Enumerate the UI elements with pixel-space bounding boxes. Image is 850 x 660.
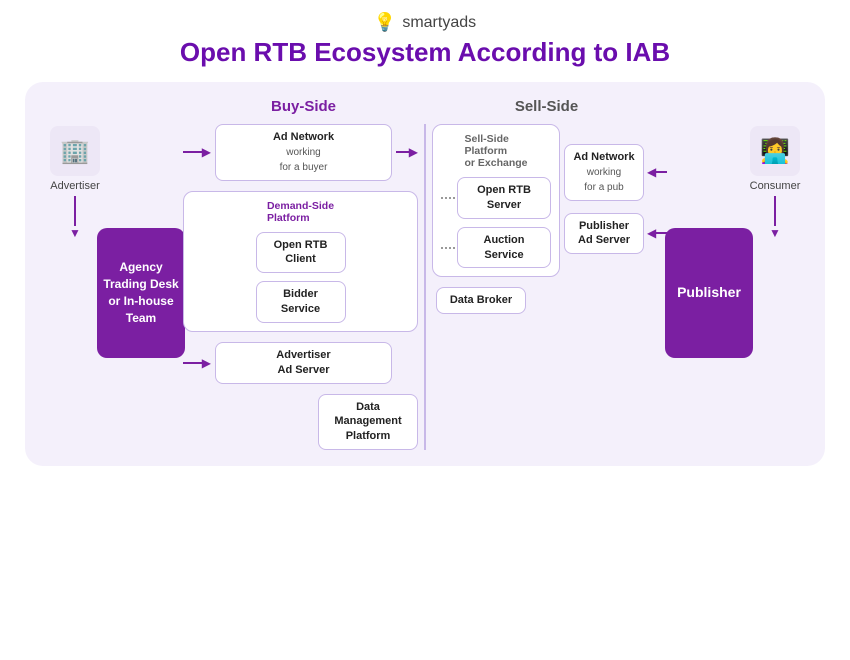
vertical-divider [424, 124, 426, 450]
consumer-icon: 👩‍💻 [750, 126, 800, 176]
bidder-service-node: Bidder Service [256, 281, 346, 323]
dot-line-left2 [441, 247, 455, 249]
ad-network-buyer-node: Ad Network workingfor a buyer [215, 124, 392, 181]
dot-line-left [441, 197, 455, 199]
publisher-box: Publisher [665, 228, 753, 358]
sell-adnet-wrapper: Ad Network workingfor a pub ◀ [564, 144, 667, 201]
auction-dotted-row: Auction Service [441, 227, 551, 269]
auction-service-node: Auction Service [457, 227, 551, 269]
adv-arrow-down [74, 196, 76, 226]
buy-side-area: ▶ Ad Network workingfor a buyer ▶ [183, 124, 418, 450]
logo-icon: 💡 [374, 12, 396, 33]
logo: 💡 smartyads [374, 12, 476, 33]
consumer-col: 👩‍💻 Consumer ▼ [745, 98, 805, 240]
buy-side-label: Buy-Side [183, 98, 424, 116]
advertiser-ad-server-node: AdvertiserAd Server [215, 342, 392, 384]
page-title: Open RTB Ecosystem According to IAB [180, 37, 670, 68]
advertiser-col: 🏢 Advertiser ▼ [45, 98, 105, 240]
agency-text: AgencyTrading Deskor In-houseTeam [103, 259, 178, 326]
consumer-arrow-down [774, 196, 776, 226]
buy-ad-network-row: ▶ Ad Network workingfor a buyer ▶ [183, 124, 418, 181]
advertiser-label: Advertiser [50, 180, 100, 192]
arrow-from-pub2: ◀ [647, 226, 667, 240]
data-management-platform-node: DataManagementPlatform [318, 394, 418, 451]
ssp-adnet-row: Sell-SidePlatformor Exchange Open RTB Se… [432, 124, 667, 277]
diagram: 🏢 Advertiser ▼ AgencyTrading Deskor In-h… [25, 82, 825, 466]
arrow-from-pub: ◀ [647, 165, 667, 179]
data-broker-row: Data Broker [432, 287, 667, 314]
dmp-row: DataManagementPlatform [183, 394, 418, 451]
ad-network-pub-node: Ad Network workingfor a pub [564, 144, 644, 201]
arrow-to-dsp: ▶ [396, 145, 418, 159]
sell-side-label: Sell-Side [426, 98, 667, 116]
publisher-wrapper: Publisher [667, 98, 745, 358]
arrow-to-adnet: ▶ [183, 145, 211, 159]
sell-right-nodes: Ad Network workingfor a pub ◀ Publ [564, 124, 667, 254]
pub-adserver-wrapper: Publisher Ad Server ◀ [564, 213, 667, 255]
advertiser-icon: 🏢 [50, 126, 100, 176]
arrow-to-adserver: ▶ [183, 356, 211, 370]
agency-wrapper: AgencyTrading Deskor In-houseTeam [105, 98, 183, 358]
labels-row: Buy-Side Sell-Side [183, 98, 667, 116]
adv-arrowhead: ▼ [69, 226, 81, 240]
data-broker-node: Data Broker [436, 287, 526, 314]
open-rtb-server-node: Open RTB Server [457, 177, 551, 219]
logo-text: smartyads [402, 14, 476, 32]
rtb-dotted-row: Open RTB Server [441, 177, 551, 219]
dsp-title: Demand-SidePlatform [267, 200, 334, 224]
adv-ad-server-row: ▶ AdvertiserAd Server [183, 342, 418, 384]
open-rtb-client-node: Open RTB Client [256, 232, 346, 274]
consumer-arrowhead: ▼ [769, 226, 781, 240]
center-area: Buy-Side Sell-Side ▶ Ad Network [183, 98, 667, 450]
agency-box: AgencyTrading Deskor In-houseTeam [97, 228, 185, 358]
main-nodes-row: ▶ Ad Network workingfor a buyer ▶ [183, 124, 667, 450]
publisher-ad-server-node: Publisher Ad Server [564, 213, 644, 255]
sell-side-area: Sell-SidePlatformor Exchange Open RTB Se… [432, 124, 667, 450]
dsp-panel: Demand-SidePlatform Open RTB Client Bidd… [183, 191, 418, 332]
ssp-panel: Sell-SidePlatformor Exchange Open RTB Se… [432, 124, 560, 277]
consumer-label: Consumer [750, 180, 801, 192]
ssp-title: Sell-SidePlatformor Exchange [464, 133, 527, 169]
